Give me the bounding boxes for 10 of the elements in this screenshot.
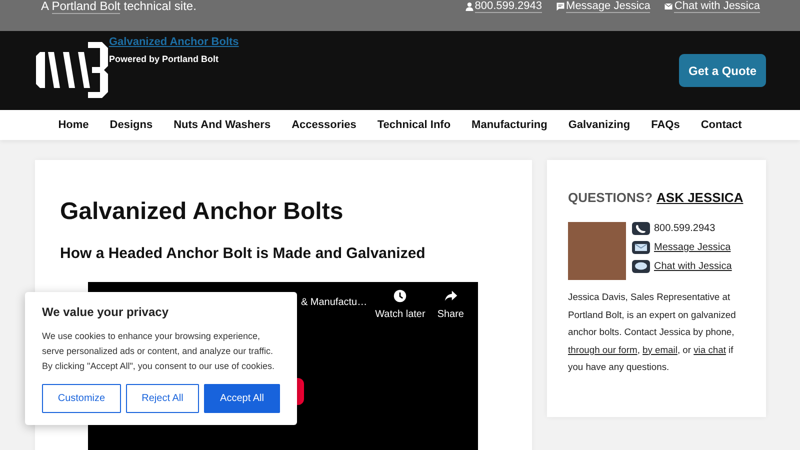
questions-heading: QUESTIONS?: [568, 190, 653, 205]
cookie-title: We value your privacy: [42, 305, 170, 319]
tagline: A Portland Bolt technical site.: [41, 0, 196, 13]
phone-number: 800.599.2943: [654, 223, 716, 234]
cookie-text: We use cookies to enhance your browsing experience, serve personalized ads or content, and analyze our traffic. By clicking "Accept All", you consent to our use of cookies.: [42, 330, 276, 373]
video-title: & Manufactu…: [300, 297, 368, 308]
page-title: Galvanized Anchor Bolts: [60, 198, 344, 226]
bio-text: Jessica Davis, Sales Representative at Portland Bolt, is an expert on galvanized anchor bolts. Contact Jessica by phone, through our form, by email, or via chat if you have any questions.: [568, 290, 737, 374]
page-subtitle: How a Headed Anchor Bolt is Made and Galvanized: [60, 245, 426, 262]
site-subtitle: Powered by Portland Bolt: [109, 54, 220, 64]
